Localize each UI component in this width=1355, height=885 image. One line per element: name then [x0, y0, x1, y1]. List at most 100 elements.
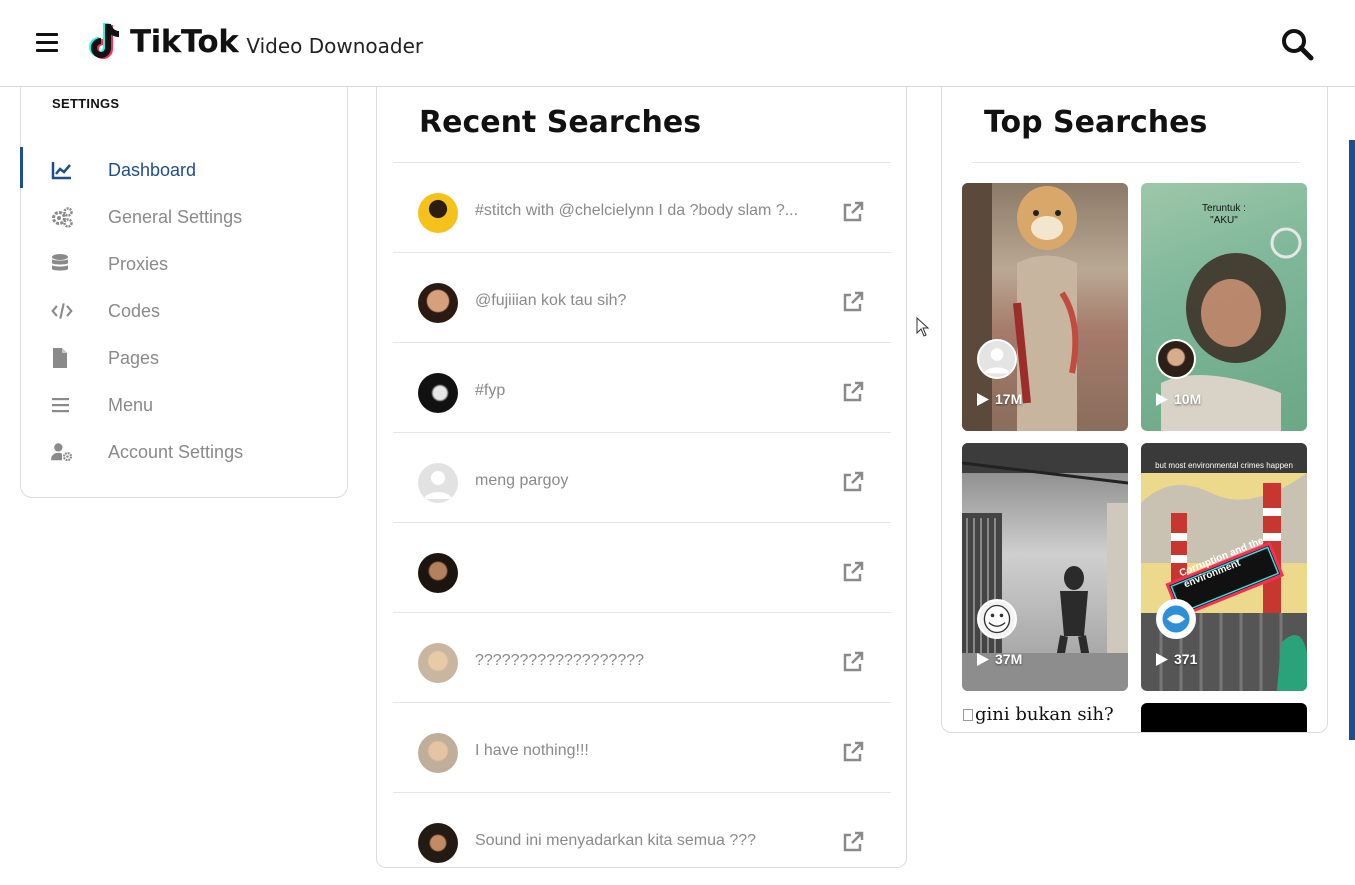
external-link-icon[interactable] — [842, 291, 864, 313]
play-icon — [977, 392, 989, 406]
video-tile[interactable]: 37M — [962, 443, 1128, 691]
list-item[interactable]: #fyp — [393, 343, 891, 433]
code-icon — [51, 303, 73, 319]
search-text[interactable]: ??????????????????? — [475, 652, 830, 670]
sidebar-item-pages[interactable]: Pages — [21, 335, 347, 382]
play-count-value: 10M — [1174, 391, 1202, 407]
avatar — [418, 373, 458, 413]
brand-subtitle: Video Downoader — [246, 34, 424, 58]
search-text[interactable]: #fyp — [475, 382, 830, 400]
sidebar-item-menu[interactable]: Menu — [21, 382, 347, 429]
default-avatar-icon — [984, 348, 1010, 374]
play-count-value: 37M — [995, 651, 1023, 667]
avatar — [418, 463, 458, 503]
broken-image-icon — [963, 709, 973, 721]
external-link-icon[interactable] — [842, 381, 864, 403]
external-link-icon[interactable] — [842, 831, 864, 853]
avatar — [977, 339, 1017, 379]
avatar — [418, 283, 458, 323]
sidebar-item-label: Account Settings — [108, 442, 244, 462]
bars-icon — [52, 398, 69, 413]
settings-menu: Dashboard General Settings Proxies Codes… — [20, 147, 347, 476]
settings-title: SETTINGS — [52, 96, 120, 111]
gears-icon — [52, 207, 73, 228]
sidebar-item-proxies[interactable]: Proxies — [21, 241, 347, 288]
search-icon[interactable] — [1280, 27, 1314, 61]
sidebar-item-label: Dashboard — [108, 160, 197, 180]
tiktok-logo-icon — [89, 23, 120, 59]
play-icon — [977, 652, 989, 666]
settings-card: SETTINGS Dashboard General Settings Prox… — [20, 87, 348, 498]
sidebar-item-codes[interactable]: Codes — [21, 288, 347, 335]
sidebar-item-account-settings[interactable]: Account Settings — [21, 429, 347, 476]
broken-image-alt: gini bukan sih? — [975, 704, 1114, 725]
video-tile[interactable]: Teruntuk : "AKU" 10M — [1141, 183, 1307, 431]
troll-face-icon — [983, 604, 1011, 634]
search-text[interactable]: I have nothing!!! — [475, 742, 830, 760]
list-item[interactable]: meng pargoy — [393, 433, 891, 523]
video-tile[interactable]: but most environmental crimes happen Cor… — [1141, 443, 1307, 691]
sidebar-item-general-settings[interactable]: General Settings — [21, 194, 347, 241]
play-count: 17M — [977, 391, 1022, 407]
play-count: 371 — [1156, 651, 1197, 667]
play-count-value: 371 — [1174, 651, 1198, 667]
recent-searches-list: #stitch with @chelcielynn I da ?body sla… — [393, 163, 891, 867]
file-icon — [53, 348, 67, 368]
tile-caption: Teruntuk : "AKU" — [1202, 203, 1246, 226]
list-item[interactable]: Sound ini menyadarkan kita semua ??? — [393, 793, 891, 867]
sidebar-item-dashboard[interactable]: Dashboard — [20, 147, 347, 194]
logo-icon — [1162, 605, 1190, 633]
hamburger-icon[interactable] — [36, 33, 58, 53]
avatar — [418, 733, 458, 773]
avatar — [418, 553, 458, 593]
sidebar-item-label: Pages — [108, 348, 160, 368]
avatar — [1156, 599, 1196, 639]
avatar — [418, 823, 458, 863]
avatar — [418, 643, 458, 683]
top-searches-card: Top Searches 17M Teruntuk : "AKU" 10M 37… — [941, 87, 1328, 733]
logo[interactable]: TikTok Video Downoader — [88, 20, 423, 64]
list-item[interactable]: #stitch with @chelcielynn I da ?body sla… — [393, 163, 891, 253]
sidebar-item-label: General Settings — [108, 207, 243, 227]
avatar — [977, 599, 1017, 639]
database-icon — [52, 254, 68, 271]
sidebar-item-label: Proxies — [108, 254, 169, 274]
play-count: 10M — [1156, 391, 1201, 407]
play-icon — [1156, 392, 1168, 406]
search-text[interactable]: @fujiiian kok tau sih? — [475, 292, 830, 310]
search-text[interactable]: #stitch with @chelcielynn I da ?body sla… — [475, 202, 830, 220]
video-tile[interactable] — [1141, 703, 1307, 732]
play-count-value: 17M — [995, 391, 1023, 407]
list-item[interactable]: ??????????????????? — [393, 613, 891, 703]
sidebar-item-label: Menu — [108, 395, 154, 415]
external-link-icon[interactable] — [842, 651, 864, 673]
tile-overlay-text: but most environmental crimes happen — [1155, 461, 1293, 470]
divider — [972, 162, 1300, 163]
scrollbar[interactable] — [1349, 140, 1355, 740]
list-item[interactable]: @fujiiian kok tau sih? — [393, 253, 891, 343]
list-item[interactable]: I have nothing!!! — [393, 703, 891, 793]
top-navbar: TikTok Video Downoader — [0, 0, 1355, 87]
external-link-icon[interactable] — [842, 471, 864, 493]
avatar — [418, 193, 458, 233]
default-avatar-icon — [424, 471, 452, 499]
external-link-icon[interactable] — [842, 201, 864, 223]
chart-line-icon — [51, 162, 71, 180]
mouse-cursor-icon — [916, 317, 930, 337]
search-text[interactable]: Sound ini menyadarkan kita semua ??? — [475, 832, 830, 850]
user-cog-icon — [51, 443, 73, 462]
external-link-icon[interactable] — [842, 741, 864, 763]
video-tile[interactable]: 17M — [962, 183, 1128, 431]
recent-searches-title: Recent Searches — [419, 105, 702, 140]
search-text[interactable]: meng pargoy — [475, 472, 830, 490]
recent-searches-card: Recent Searches #stitch with @chelcielyn… — [376, 87, 907, 868]
sidebar-item-label: Codes — [108, 301, 161, 321]
list-item[interactable] — [393, 523, 891, 613]
avatar — [1156, 339, 1196, 379]
play-count: 37M — [977, 651, 1022, 667]
top-searches-title: Top Searches — [984, 105, 1208, 140]
brand-name: TikTok — [130, 24, 239, 60]
broken-image[interactable]: gini bukan sih? — [963, 704, 1129, 732]
external-link-icon[interactable] — [842, 561, 864, 583]
play-icon — [1156, 652, 1168, 666]
